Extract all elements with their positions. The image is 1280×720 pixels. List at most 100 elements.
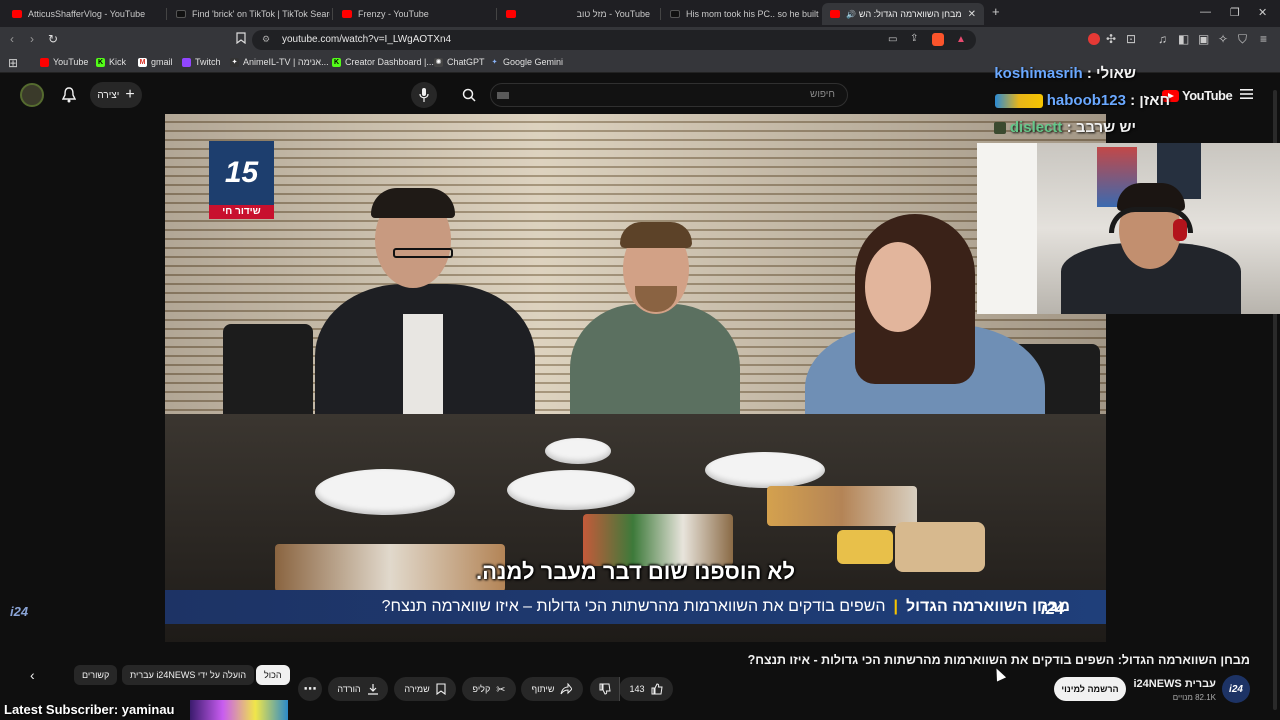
chip-uploaded-by[interactable]: הועלה על ידי i24NEWS עברית [122,665,255,685]
dislike-button[interactable] [590,677,620,701]
speaker-icon[interactable]: 🔊 [846,10,856,19]
share-page-icon[interactable]: ⇪ [910,33,918,44]
forward-icon[interactable]: › [30,32,34,46]
kick-icon: K [332,57,341,67]
video-title: מבחן השווארמה הגדול: השפים בודקים את השו… [747,653,1250,667]
menu-icon[interactable]: ≡ [1260,32,1267,46]
browser-tab[interactable]: YouTube - מזל טוב [498,3,658,25]
channel-name[interactable]: i24NEWS עברית [1133,678,1216,690]
tab-title: YouTube - מזל טוב [576,9,650,19]
streamer-webcam [977,143,1280,314]
browser-tab[interactable]: AtticusShafferVlog - YouTube [4,3,164,25]
screenshot-icon[interactable]: ⊡ [1126,32,1136,46]
tab-title: AtticusShafferVlog - YouTube [28,9,146,19]
search-input[interactable]: חיפוש [490,83,848,107]
chat-badge-icon [993,122,1006,135]
youtube-favicon-icon [830,10,840,18]
wallet-icon[interactable]: ▣ [1198,32,1209,46]
chip-all[interactable]: הכול [256,665,290,685]
bookmark-twitch[interactable]: Twitch [182,57,221,67]
save-button[interactable]: שמירה [394,677,456,701]
voice-search-button[interactable] [411,82,437,108]
gemini-icon: ✦ [491,59,498,66]
like-button[interactable]: 143 [619,677,673,701]
browser-tab-active[interactable]: 🔊 מבחן השווארמה הגדול: השפי ✕ [822,3,984,25]
back-icon[interactable]: ‹ [10,32,14,46]
extension-record-icon[interactable] [1088,33,1100,45]
microphone-icon [419,88,429,102]
youtube-favicon-icon [342,10,352,18]
bookmark-page-icon[interactable] [236,32,246,44]
browser-tab-strip: AtticusShafferVlog - YouTube Find 'brick… [0,0,1280,27]
window-close-icon[interactable]: ✕ [1258,6,1267,19]
food-tray [767,486,917,526]
apps-grid-icon[interactable]: ⊞ [8,56,18,70]
vpn-icon[interactable]: ⛉ [1238,32,1247,47]
download-button[interactable]: הורדה [328,677,388,701]
share-button[interactable]: שיתוף [521,677,583,701]
new-tab-icon[interactable]: + [992,4,1000,19]
tab-title: Find 'brick' on TikTok | TikTok Search [192,9,330,19]
bookmark-animeil[interactable]: ✦ AnimeIL-TV | אנימה... [230,57,329,67]
thumbs-down-icon [599,683,611,695]
restore-icon[interactable]: ❐ [1230,6,1240,19]
chat-badges-icon [994,94,1043,109]
browser-tab[interactable]: Find 'brick' on TikTok | TikTok Search [168,3,330,25]
tiktok-favicon-icon [176,10,186,18]
keyboard-icon[interactable] [497,92,509,99]
youtube-icon [40,57,49,67]
video-subtitle: לא הוספנו שום דבר מעבר למנה. [475,559,796,584]
browser-toolbar: ‹ › ↻ ⚙ youtube.com/watch?v=I_LWgAOTXn4 … [0,27,1280,53]
browser-tab[interactable]: Frenzy - YouTube [334,3,494,25]
plus-icon: + [125,86,135,103]
site-info-icon[interactable]: ⚙ [262,34,270,45]
chips-scroll-left-icon[interactable]: ‹ [30,667,35,683]
url-text: youtube.com/watch?v=I_LWgAOTXn4 [282,34,452,45]
bookmark-chatgpt[interactable]: ✺ ChatGPT [434,57,485,67]
tab-title: Frenzy - YouTube [358,9,429,19]
i24-logo: i24 [1041,599,1065,618]
bookmark-gemini[interactable]: ✦ Google Gemini [490,57,563,67]
search-button[interactable] [456,83,482,107]
chip-related[interactable]: קשורים [74,665,118,685]
live-badge: שידור חי [209,205,274,219]
bookmark-gmail[interactable]: Mgmail [138,57,173,67]
create-button[interactable]: יצירה + [90,82,142,108]
cast-icon[interactable]: ▭ [888,34,897,45]
youtube-favicon-icon [12,10,22,18]
ai-icon[interactable]: ✧ [1218,32,1228,46]
save-icon [436,683,446,695]
brave-rewards-icon[interactable]: ▲ [956,34,966,45]
youtube-logo[interactable]: YouTube [1162,88,1233,103]
clip-button[interactable]: ✂ קליפ [462,677,516,701]
close-tab-icon[interactable]: ✕ [962,9,976,20]
plate [705,452,825,488]
youtube-favicon-icon [506,10,516,18]
mouse-cursor-icon [991,666,1007,682]
address-bar[interactable]: ⚙ youtube.com/watch?v=I_LWgAOTXn4 ▭ ⇪ ▲ [252,30,976,50]
related-video-thumbnail[interactable] [190,700,288,720]
chat-message: שאולי : koshimasrih [994,65,1136,82]
share-icon [560,683,573,695]
channel-avatar[interactable]: i24 [1222,675,1250,703]
minimize-icon[interactable]: — [1200,6,1211,18]
search-icon [462,88,476,102]
video-player[interactable]: 15 שידור חי לא הוספנו שום דבר מעבר למנה.… [165,114,1106,642]
animeil-icon: ✦ [230,57,239,67]
sidebar-icon[interactable]: ◧ [1178,32,1189,46]
bookmark-youtube[interactable]: YouTube [40,57,88,67]
hamburger-menu-icon[interactable] [1240,89,1253,99]
browser-tab[interactable]: His mom took his PC.. so he built a n [662,3,820,25]
more-actions-icon[interactable]: ⋯ [298,677,322,701]
subscribe-button[interactable]: הרשמה למינוי [1054,677,1126,701]
brave-shield-icon[interactable] [932,33,944,46]
bookmark-kick[interactable]: K Kick [96,57,126,67]
avatar[interactable] [20,83,44,107]
tab-title: מבחן השווארמה הגדול: השפי [858,9,962,19]
media-icon[interactable]: ♫ [1158,32,1167,46]
notifications-icon[interactable] [62,87,76,103]
extensions-icon[interactable]: ✣ [1106,32,1116,46]
bookmark-creator-dashboard[interactable]: K Creator Dashboard |... [332,57,434,67]
scissors-icon: ✂ [496,683,506,696]
reload-icon[interactable]: ↻ [48,32,58,46]
